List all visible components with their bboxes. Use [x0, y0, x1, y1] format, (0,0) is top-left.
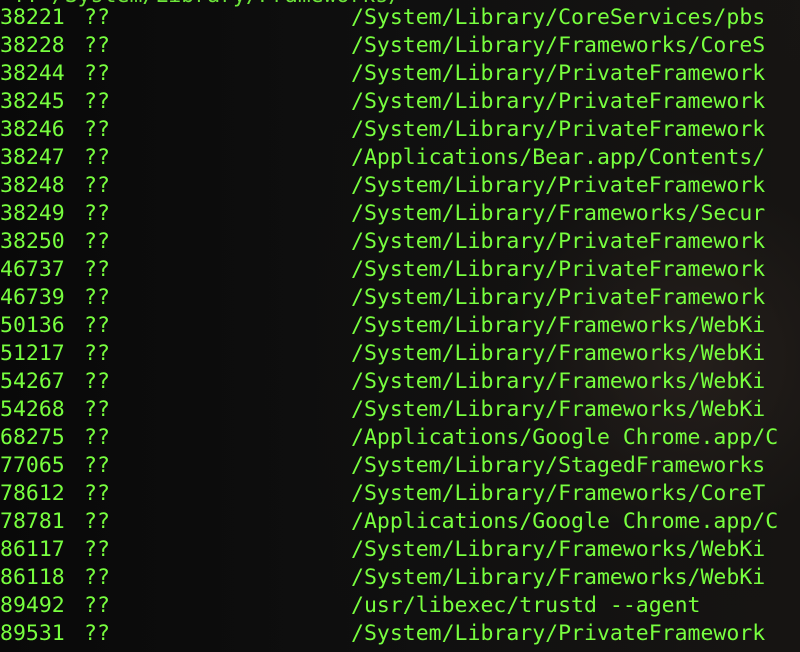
process-pid: 38244 [0, 61, 65, 86]
process-command: /Applications/Google Chrome.app/C [351, 509, 779, 534]
terminal-window[interactable]: ?? /System/Library/Frameworks/ 38221??0:… [0, 0, 800, 652]
process-command: /System/Library/Frameworks/WebKi [351, 341, 766, 366]
process-tty: ?? [84, 145, 110, 170]
process-command: /System/Library/PrivateFramework [351, 229, 766, 254]
process-pid: 46739 [0, 285, 65, 310]
process-command: /System/Library/StagedFrameworks [351, 453, 766, 478]
process-pid: 51217 [0, 341, 65, 366]
process-pid: 77065 [0, 453, 65, 478]
process-command: /System/Library/PrivateFramework [351, 621, 766, 646]
process-command: /usr/libexec/trustd --agent [351, 593, 701, 618]
process-command: /System/Library/Frameworks/WebKi [351, 537, 766, 562]
process-tty: ?? [84, 369, 110, 394]
process-command: /Applications/Google Chrome.app/C [351, 425, 779, 450]
process-tty: ?? [84, 229, 110, 254]
process-tty: ?? [84, 621, 110, 646]
process-pid: 54268 [0, 397, 65, 422]
process-tty: ?? [84, 481, 110, 506]
process-command: /Applications/Bear.app/Contents/ [351, 145, 766, 170]
process-pid: 38248 [0, 173, 65, 198]
process-tty: ?? [84, 537, 110, 562]
process-pid: 46737 [0, 257, 65, 282]
process-tty: ?? [84, 285, 110, 310]
process-command: /System/Library/CoreServices/pbs [351, 5, 766, 30]
process-pid: 38250 [0, 229, 65, 254]
process-pid: 38247 [0, 145, 65, 170]
process-pid: 89492 [0, 593, 65, 618]
process-command: /System/Library/Frameworks/Secur [351, 201, 766, 226]
process-tty: ?? [84, 257, 110, 282]
process-pid: 86118 [0, 565, 65, 590]
process-pid: 78612 [0, 481, 65, 506]
process-tty: ?? [84, 5, 110, 30]
process-tty: ?? [84, 201, 110, 226]
process-tty: ?? [84, 313, 110, 338]
process-command: /System/Library/PrivateFramework [351, 257, 766, 282]
process-tty: ?? [84, 33, 110, 58]
process-command: /System/Library/Frameworks/WebKi [351, 397, 766, 422]
process-pid: 38245 [0, 89, 65, 114]
process-pid: 38249 [0, 201, 65, 226]
process-pid: 89531 [0, 621, 65, 646]
process-tty: ?? [84, 173, 110, 198]
process-command: /System/Library/Frameworks/WebKi [351, 313, 766, 338]
process-command: /System/Library/PrivateFramework [351, 173, 766, 198]
process-command: /System/Library/PrivateFramework [351, 61, 766, 86]
process-pid: 54267 [0, 369, 65, 394]
process-pid: 78781 [0, 509, 65, 534]
process-pid: 68275 [0, 425, 65, 450]
process-tty: ?? [84, 453, 110, 478]
process-tty: ?? [84, 117, 110, 142]
process-tty: ?? [84, 61, 110, 86]
process-command: /System/Library/Frameworks/CoreS [351, 33, 766, 58]
process-tty: ?? [84, 593, 110, 618]
process-pid: 38246 [0, 117, 65, 142]
process-tty: ?? [84, 425, 110, 450]
process-command: /System/Library/Frameworks/WebKi [351, 369, 766, 394]
process-command: /System/Library/Frameworks/CoreT [351, 481, 766, 506]
process-tty: ?? [84, 397, 110, 422]
process-pid: 38221 [0, 5, 65, 30]
process-command: /System/Library/PrivateFramework [351, 285, 766, 310]
process-command: /System/Library/Frameworks/WebKi [351, 565, 766, 590]
process-tty: ?? [84, 89, 110, 114]
process-tty: ?? [84, 341, 110, 366]
process-pid: 38228 [0, 33, 65, 58]
process-pid: 50136 [0, 313, 65, 338]
process-tty: ?? [84, 509, 110, 534]
process-pid: 86117 [0, 537, 65, 562]
process-command: /System/Library/PrivateFramework [351, 89, 766, 114]
process-tty: ?? [84, 565, 110, 590]
process-command: /System/Library/PrivateFramework [351, 117, 766, 142]
